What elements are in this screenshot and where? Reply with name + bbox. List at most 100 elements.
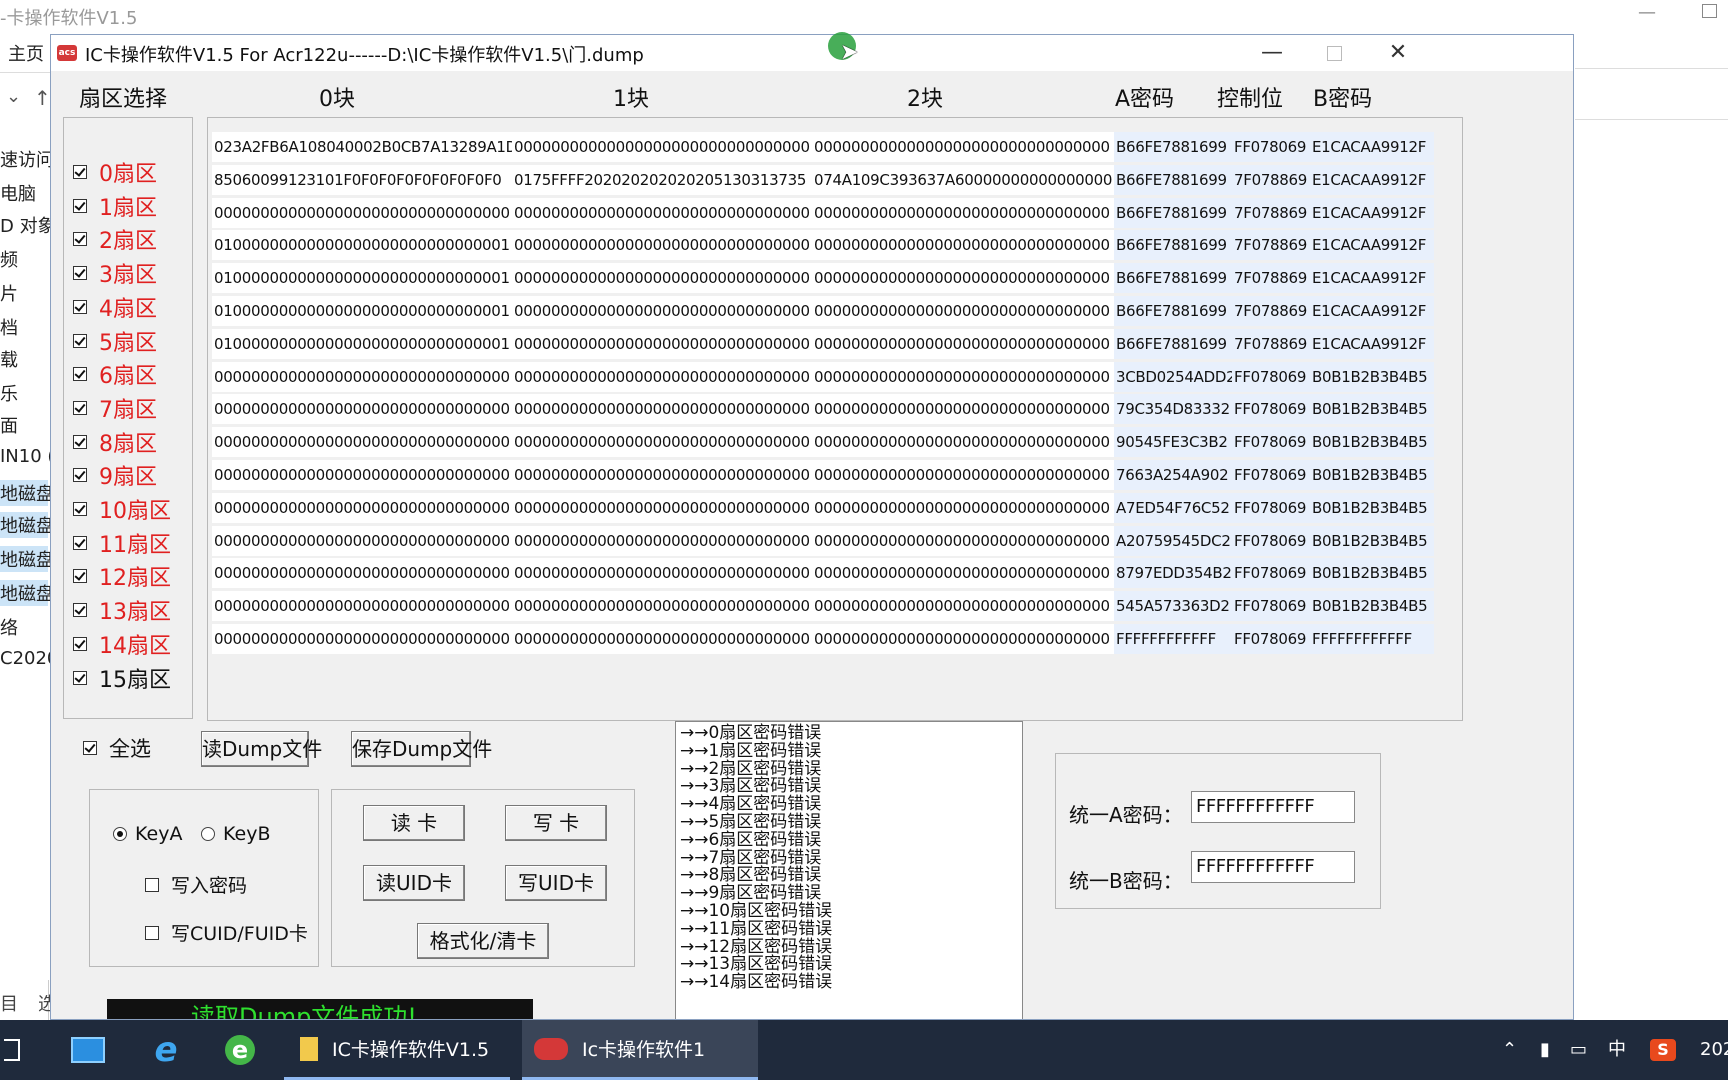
block1-cell[interactable]: 00000000000000000000000000000000: [512, 525, 814, 556]
block2-cell[interactable]: 00000000000000000000000000000000: [812, 624, 1114, 654]
table-row[interactable]: 85060099123101F0F0F0F0F0F0F0F0F0 0175FFFF…: [212, 164, 1458, 195]
sector-checkbox-13[interactable]: 13扇区: [73, 593, 171, 627]
sector-check-icon[interactable]: [73, 603, 87, 618]
table-row[interactable]: 00000000000000000000000000000000 00000000…: [212, 460, 1458, 490]
key-b-cell[interactable]: B0B1B2B3B4B5: [1310, 591, 1434, 622]
sector-checkbox-11[interactable]: 11扇区: [73, 526, 171, 560]
block0-cell[interactable]: 00000000000000000000000000000000: [212, 394, 514, 425]
key-b-cell[interactable]: B0B1B2B3B4B5: [1310, 525, 1434, 556]
block0-cell[interactable]: 01000000000000000000000000000001: [212, 230, 514, 261]
control-bits-cell[interactable]: 7F078869: [1232, 164, 1310, 195]
block1-cell[interactable]: 00000000000000000000000000000000: [512, 591, 814, 622]
table-row[interactable]: 01000000000000000000000000000001 00000000…: [212, 296, 1458, 326]
table-row[interactable]: 00000000000000000000000000000000 00000000…: [212, 525, 1458, 556]
microphone-icon[interactable]: ▮: [1540, 1020, 1550, 1080]
block1-cell[interactable]: 00000000000000000000000000000000: [512, 492, 814, 523]
block0-cell[interactable]: 00000000000000000000000000000000: [212, 460, 514, 490]
sector-checkbox-12[interactable]: 12扇区: [73, 559, 171, 593]
key-a-cell[interactable]: B66FE7881699: [1114, 197, 1232, 228]
table-row[interactable]: 00000000000000000000000000000000 00000000…: [212, 361, 1458, 392]
key-a-cell[interactable]: A7ED54F76C52: [1114, 492, 1232, 523]
input-language-indicator[interactable]: 中: [1608, 1020, 1626, 1080]
block2-cell[interactable]: 00000000000000000000000000000000: [812, 230, 1114, 261]
block2-cell[interactable]: 00000000000000000000000000000000: [812, 558, 1114, 589]
block0-cell[interactable]: 00000000000000000000000000000000: [212, 492, 514, 523]
background-sidebar-item[interactable]: 地磁盘: [0, 480, 54, 506]
control-bits-cell[interactable]: 7F078869: [1232, 328, 1310, 359]
background-sidebar-item[interactable]: 地磁盘: [0, 580, 54, 606]
background-chevron-down-icon[interactable]: ⌄: [6, 86, 21, 107]
block0-cell[interactable]: 00000000000000000000000000000000: [212, 558, 514, 589]
sector-check-icon[interactable]: [73, 367, 87, 382]
title-bar[interactable]: acs IC卡操作软件V1.5 For Acr122u------D:\IC卡操…: [51, 35, 1573, 71]
select-all-checkbox[interactable]: 全选: [83, 733, 151, 763]
network-icon[interactable]: ▭: [1570, 1020, 1587, 1080]
key-b-cell[interactable]: E1CACAA9912F: [1310, 328, 1434, 359]
block1-cell[interactable]: 00000000000000000000000000000000: [512, 132, 814, 162]
key-a-cell[interactable]: B66FE7881699: [1114, 230, 1232, 261]
write-card-button[interactable]: 写 卡: [505, 805, 607, 841]
table-row[interactable]: 023A2FB6A108040002B0CB7A13289A1D 00000000…: [212, 132, 1458, 162]
block1-cell[interactable]: 00000000000000000000000000000000: [512, 296, 814, 326]
sector-checkbox-7[interactable]: 7扇区: [73, 391, 157, 425]
control-bits-cell[interactable]: FF078069: [1232, 591, 1310, 622]
control-bits-cell[interactable]: 7F078869: [1232, 296, 1310, 326]
background-sidebar-item[interactable]: 速访问: [0, 146, 54, 172]
table-row[interactable]: 00000000000000000000000000000000 00000000…: [212, 394, 1458, 425]
block0-cell[interactable]: 01000000000000000000000000000001: [212, 263, 514, 294]
background-sidebar-item[interactable]: 地磁盘: [0, 546, 54, 572]
block1-cell[interactable]: 00000000000000000000000000000000: [512, 197, 814, 228]
sector-check-icon[interactable]: [73, 502, 87, 516]
sector-check-icon[interactable]: [73, 299, 87, 314]
block2-cell[interactable]: 00000000000000000000000000000000: [812, 427, 1114, 458]
key-a-cell[interactable]: B66FE7881699: [1114, 263, 1232, 294]
operation-log[interactable]: →→0扇区密码错误 →→1扇区密码错误 →→2扇区密码错误 →→3扇区密码错误 →→4扇…: [675, 721, 1023, 1019]
background-sidebar-item[interactable]: 络: [0, 614, 18, 640]
block2-cell[interactable]: 00000000000000000000000000000000: [812, 296, 1114, 326]
key-a-cell[interactable]: B66FE7881699: [1114, 132, 1232, 162]
background-sidebar-item[interactable]: 档: [0, 314, 18, 340]
read-card-button[interactable]: 读 卡: [363, 805, 465, 841]
background-sidebar-item[interactable]: IN10 (: [0, 446, 54, 467]
background-sidebar-item[interactable]: 片: [0, 280, 18, 306]
control-bits-cell[interactable]: 7F078869: [1232, 263, 1310, 294]
control-bits-cell[interactable]: FF078069: [1232, 132, 1310, 162]
key-a-cell[interactable]: 79C354D83332: [1114, 394, 1232, 425]
write-cuid-checkbox[interactable]: 写CUID/FUID卡: [145, 919, 308, 946]
write-key-check-icon[interactable]: [145, 877, 159, 892]
sector-check-icon[interactable]: [73, 670, 87, 685]
format-clear-button[interactable]: 格式化/清卡: [417, 923, 549, 959]
clock[interactable]: 202: [1700, 1020, 1728, 1080]
sector-checkbox-1[interactable]: 1扇区: [73, 189, 157, 223]
key-b-radio-icon[interactable]: [201, 827, 215, 841]
taskbar-item-explorer[interactable]: IC卡操作软件V1.5: [284, 1020, 510, 1080]
background-sidebar-item[interactable]: 面: [0, 412, 18, 438]
write-key-checkbox[interactable]: 写入密码: [145, 871, 247, 898]
key-b-cell[interactable]: B0B1B2B3B4B5: [1310, 394, 1434, 425]
sector-check-icon[interactable]: [73, 468, 87, 483]
background-sidebar-item[interactable]: D 对象: [0, 212, 56, 238]
key-b-cell[interactable]: B0B1B2B3B4B5: [1310, 492, 1434, 523]
control-bits-cell[interactable]: FF078069: [1232, 460, 1310, 490]
control-bits-cell[interactable]: FF078069: [1232, 427, 1310, 458]
block2-cell[interactable]: 00000000000000000000000000000000: [812, 197, 1114, 228]
sector-check-icon[interactable]: [73, 232, 87, 247]
block2-cell[interactable]: 00000000000000000000000000000000: [812, 525, 1114, 556]
key-b-cell[interactable]: E1CACAA9912F: [1310, 132, 1434, 162]
sector-check-icon[interactable]: [73, 535, 87, 550]
block1-cell[interactable]: 00000000000000000000000000000000: [512, 230, 814, 261]
key-a-cell[interactable]: B66FE7881699: [1114, 328, 1232, 359]
sector-checkbox-3[interactable]: 3扇区: [73, 256, 157, 290]
sector-check-icon[interactable]: [73, 266, 87, 281]
block0-cell[interactable]: 023A2FB6A108040002B0CB7A13289A1D: [212, 132, 514, 162]
unified-key-a-input[interactable]: FFFFFFFFFFFF: [1191, 791, 1355, 823]
key-a-cell[interactable]: B66FE7881699: [1114, 296, 1232, 326]
unified-key-b-input[interactable]: FFFFFFFFFFFF: [1191, 851, 1355, 883]
block2-cell[interactable]: 00000000000000000000000000000000: [812, 361, 1114, 392]
read-dump-button[interactable]: 读Dump文件: [201, 731, 322, 767]
block2-cell[interactable]: 00000000000000000000000000000000: [812, 328, 1114, 359]
control-bits-cell[interactable]: FF078069: [1232, 492, 1310, 523]
key-b-cell[interactable]: E1CACAA9912F: [1310, 263, 1434, 294]
key-b-cell[interactable]: FFFFFFFFFFFF: [1310, 624, 1434, 654]
select-all-check-icon[interactable]: [83, 741, 97, 755]
